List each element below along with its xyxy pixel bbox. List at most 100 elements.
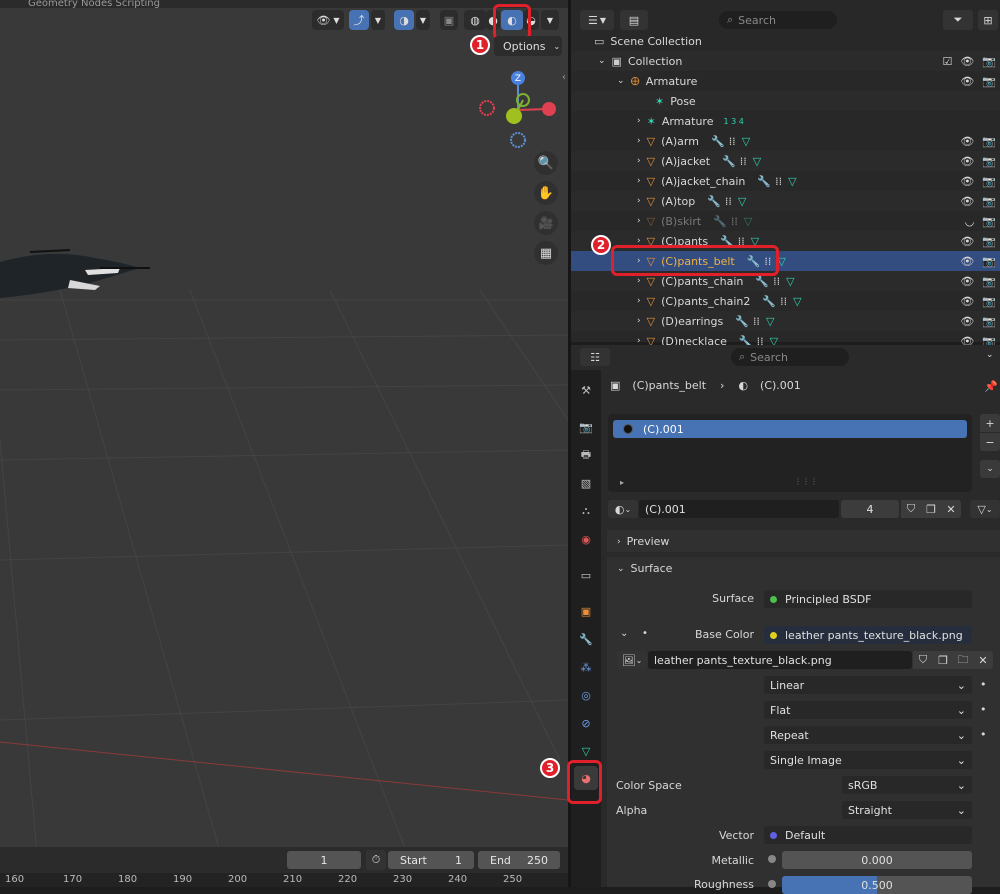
gizmo-dropdown[interactable]: ▼ xyxy=(371,10,385,30)
shading-wireframe-button[interactable]: ◍ xyxy=(464,10,486,30)
tab-physics[interactable]: ◎ xyxy=(576,685,596,705)
metallic-socket-icon[interactable] xyxy=(768,855,776,863)
expand-arrow-icon[interactable]: › xyxy=(637,276,641,286)
navigation-gizmo[interactable]: Z xyxy=(475,68,560,150)
outliner-row-armature-data[interactable]: › ✶ Armature 1 3 4 xyxy=(571,111,1000,131)
tab-constraints[interactable]: ⊘ xyxy=(576,713,596,733)
tab-object[interactable]: ▣ xyxy=(576,601,596,621)
outliner-row-object[interactable]: › ▽ (D)earrings 🔧 ⁞⁞ ▽ 👁 📷 xyxy=(571,311,1000,331)
camera-view-button[interactable]: 🎥 xyxy=(534,211,558,235)
end-frame-field[interactable]: End 250 xyxy=(478,851,560,869)
wrench-icon[interactable]: 🔧 xyxy=(757,175,771,188)
eye-icon[interactable]: 👁 xyxy=(960,255,974,268)
eye-icon[interactable]: 👁 xyxy=(960,275,974,288)
camera-icon[interactable]: 📷 xyxy=(982,275,996,288)
wrench-icon[interactable]: 🔧 xyxy=(755,275,769,288)
workspace-tabs-strip[interactable]: Geometry Nodes Scripting xyxy=(0,0,568,8)
camera-icon[interactable]: 📷 xyxy=(982,195,996,208)
wrench-icon[interactable]: 🔧 xyxy=(762,295,776,308)
surface-header[interactable]: ⌄ Surface xyxy=(617,562,672,575)
browse-image-dropdown[interactable]: 🖼 ⌄ xyxy=(617,651,647,669)
eye-icon[interactable]: 👁 xyxy=(960,195,974,208)
alpha-dropdown[interactable]: Straight ⌄ xyxy=(842,801,972,819)
remove-slot-button[interactable]: − xyxy=(980,433,1000,451)
eye-icon[interactable]: 👁 xyxy=(960,135,974,148)
camera-icon[interactable]: 📷 xyxy=(982,155,996,168)
eye-icon[interactable]: 👁 xyxy=(960,315,974,328)
wrench-icon[interactable]: 🔧 xyxy=(707,195,721,208)
current-frame-field[interactable]: 1 xyxy=(287,851,361,869)
eye-icon[interactable]: 👁 xyxy=(960,235,974,248)
camera-icon[interactable]: 📷 xyxy=(982,75,996,88)
3d-viewport[interactable]: Geometry Nodes Scripting 👁 ▼ ⤴ ▼ ◑ ▼ ▣ ◍ … xyxy=(0,0,568,887)
ortho-toggle-button[interactable]: ▦ xyxy=(534,241,558,265)
expand-arrow-icon[interactable]: › xyxy=(637,216,641,226)
duplicate-material-button[interactable]: ❐ xyxy=(921,500,941,518)
fake-user-button[interactable]: ⛉ xyxy=(901,500,921,518)
properties-search-input[interactable]: ⌕ Search xyxy=(731,348,849,366)
image-duplicate-button[interactable]: ❐ xyxy=(933,651,953,669)
tab-output[interactable]: 🖶 xyxy=(576,445,596,465)
source-dropdown[interactable]: Single Image ⌄ xyxy=(764,751,972,769)
eye-icon[interactable]: 👁 xyxy=(960,75,974,88)
outliner-row-object[interactable]: › ▽ (B)skirt 🔧 ⁞⁞ ▽ ◡ 📷 xyxy=(571,211,1000,231)
camera-icon[interactable]: 📷 xyxy=(982,295,996,308)
tab-data[interactable]: ▽ xyxy=(576,741,596,761)
base-color-link-field[interactable]: leather pants_texture_black.png xyxy=(764,626,972,644)
camera-icon[interactable]: 📷 xyxy=(982,235,996,248)
display-mode-dropdown[interactable]: ▤ xyxy=(620,10,648,30)
material-name-field[interactable]: (C).001 xyxy=(639,500,839,518)
expand-arrow-icon[interactable]: › xyxy=(637,196,641,206)
expand-arrow-icon[interactable]: › xyxy=(637,136,641,146)
outliner-row-object[interactable]: › ▽ (A)arm 🔧 ⁞⁞ ▽ 👁 📷 xyxy=(571,131,1000,151)
tab-view-layer[interactable]: ▧ xyxy=(576,473,596,493)
new-collection-button[interactable]: ⊞ xyxy=(978,10,998,30)
wrench-icon[interactable]: 🔧 xyxy=(713,215,727,228)
pin-icon[interactable]: 📌 xyxy=(984,380,998,393)
tab-tool[interactable]: ⚒ xyxy=(576,380,596,400)
surface-shader-field[interactable]: Principled BSDF xyxy=(764,590,972,608)
camera-icon[interactable]: 📷 xyxy=(982,55,996,68)
expand-arrow-icon[interactable]: › xyxy=(637,296,641,306)
keyframe-dot[interactable]: • xyxy=(980,703,987,716)
projection-dropdown[interactable]: Flat ⌄ xyxy=(764,701,972,719)
image-name-field[interactable]: leather pants_texture_black.png xyxy=(648,651,912,669)
tab-particles[interactable]: ⁂ xyxy=(576,657,596,677)
eye-icon[interactable]: 👁 xyxy=(960,155,974,168)
wrench-icon[interactable]: 🔧 xyxy=(711,135,725,148)
camera-icon[interactable]: 📷 xyxy=(982,255,996,268)
keyframe-dot[interactable]: • xyxy=(980,728,987,741)
properties-editor-type-dropdown[interactable]: ☷ xyxy=(580,348,610,366)
outliner-row-scene-collection[interactable]: ▭ Scene Collection xyxy=(571,31,1000,51)
slot-specials-dropdown[interactable]: ⌄ xyxy=(980,460,1000,478)
expand-arrow-icon[interactable]: › xyxy=(637,316,641,326)
tab-world[interactable]: ◉ xyxy=(576,529,596,549)
eye-icon[interactable]: 👁 xyxy=(960,175,974,188)
unlink-image-button[interactable]: ✕ xyxy=(973,651,993,669)
outliner-row-object[interactable]: › ▽ (A)jacket 🔧 ⁞⁞ ▽ 👁 📷 xyxy=(571,151,1000,171)
color-space-dropdown[interactable]: sRGB ⌄ xyxy=(842,776,972,794)
roughness-slider[interactable]: 0.500 xyxy=(782,876,972,894)
eye-closed-icon[interactable]: ◡ xyxy=(965,215,975,228)
tab-modifiers[interactable]: 🔧 xyxy=(576,629,596,649)
link-dropdown[interactable]: ▽ ⌄ xyxy=(970,500,1000,518)
list-resize-handle[interactable]: ⋮⋮⋮ xyxy=(794,477,818,486)
editor-type-dropdown[interactable]: ☰ ▼ xyxy=(580,10,614,30)
vector-link-field[interactable]: Default xyxy=(764,826,972,844)
xray-toggle[interactable]: ▣ xyxy=(440,10,458,30)
base-color-expand-icon[interactable]: ⌄ xyxy=(620,628,628,639)
outliner-row-object[interactable]: › ▽ (C)pants_chain2 🔧 ⁞⁞ ▽ 👁 📷 xyxy=(571,291,1000,311)
overlays-dropdown[interactable]: ▼ xyxy=(416,10,430,30)
outliner-row-armature[interactable]: ⌄ 🜨 Armature 👁 📷 xyxy=(571,71,1000,91)
camera-icon[interactable]: 📷 xyxy=(982,315,996,328)
add-slot-button[interactable]: + xyxy=(980,414,1000,432)
expand-arrow-icon[interactable]: › xyxy=(637,176,641,186)
overlays-toggle[interactable]: ◑ xyxy=(394,10,414,30)
expand-arrow-icon[interactable]: › xyxy=(637,156,641,166)
tab-scene[interactable]: ⛬ xyxy=(576,501,596,521)
filter-dropdown[interactable]: ⏷ xyxy=(943,10,973,30)
outliner-search-input[interactable]: ⌕ Search xyxy=(719,11,837,29)
list-expand-icon[interactable]: ▸ xyxy=(620,478,624,487)
preview-header[interactable]: › Preview xyxy=(617,535,669,548)
outliner-row-object[interactable]: › ▽ (A)jacket_chain 🔧 ⁞⁞ ▽ 👁 📷 xyxy=(571,171,1000,191)
